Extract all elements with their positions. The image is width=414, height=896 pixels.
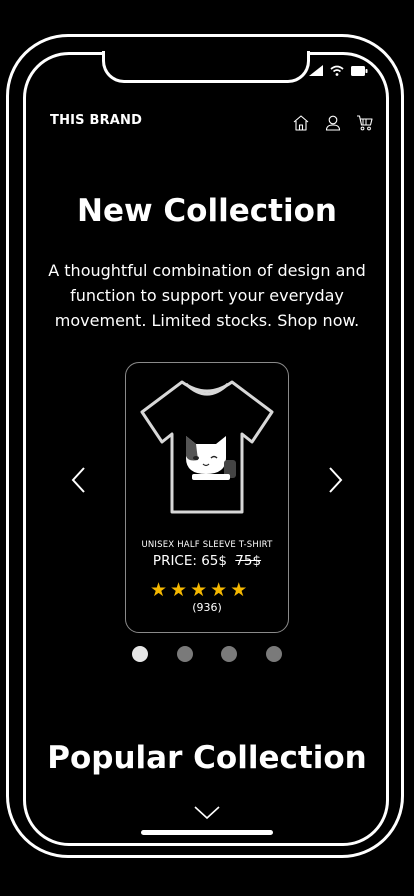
carousel-dot[interactable] bbox=[221, 646, 237, 662]
previous-arrow-icon[interactable] bbox=[70, 466, 86, 494]
product-name: UNISEX HALF SLEEVE T-SHIRT bbox=[141, 540, 273, 550]
star-icon: ★ bbox=[210, 579, 228, 601]
carousel-dot[interactable] bbox=[132, 646, 148, 662]
cart-icon[interactable] bbox=[356, 114, 374, 132]
brand-name[interactable]: THIS BRAND bbox=[50, 113, 142, 128]
header-icons bbox=[292, 114, 374, 132]
home-indicator[interactable] bbox=[141, 830, 273, 835]
chevron-down-icon[interactable] bbox=[194, 806, 220, 820]
signal-icon bbox=[309, 65, 323, 76]
t-shirt-image bbox=[140, 380, 274, 514]
home-icon[interactable] bbox=[292, 114, 310, 132]
hero-title: New Collection bbox=[77, 193, 337, 229]
battery-icon bbox=[351, 65, 368, 76]
popular-collection-title: Popular Collection bbox=[47, 740, 367, 776]
status-bar bbox=[309, 65, 368, 76]
star-icon: ★ bbox=[170, 579, 188, 601]
star-icon: ★ bbox=[190, 579, 208, 601]
user-icon[interactable] bbox=[324, 114, 342, 132]
star-icon: ★ bbox=[230, 579, 248, 601]
product-price: PRICE: 65$ 75$ bbox=[125, 553, 289, 569]
old-price: 75$ bbox=[235, 553, 262, 569]
current-price: PRICE: 65$ bbox=[152, 553, 227, 569]
hero-subtitle: A thoughtful combination of design and f… bbox=[48, 261, 366, 330]
rating-stars: ★ ★ ★ ★ ★ bbox=[150, 580, 247, 600]
carousel-dot[interactable] bbox=[265, 646, 282, 662]
carousel-dot[interactable] bbox=[176, 646, 193, 662]
wifi-icon bbox=[330, 65, 344, 76]
device-notch bbox=[102, 51, 310, 83]
next-arrow-icon[interactable] bbox=[328, 466, 344, 494]
review-count: (936) bbox=[192, 601, 222, 614]
star-icon: ★ bbox=[150, 579, 168, 601]
carousel-dots bbox=[132, 646, 282, 662]
